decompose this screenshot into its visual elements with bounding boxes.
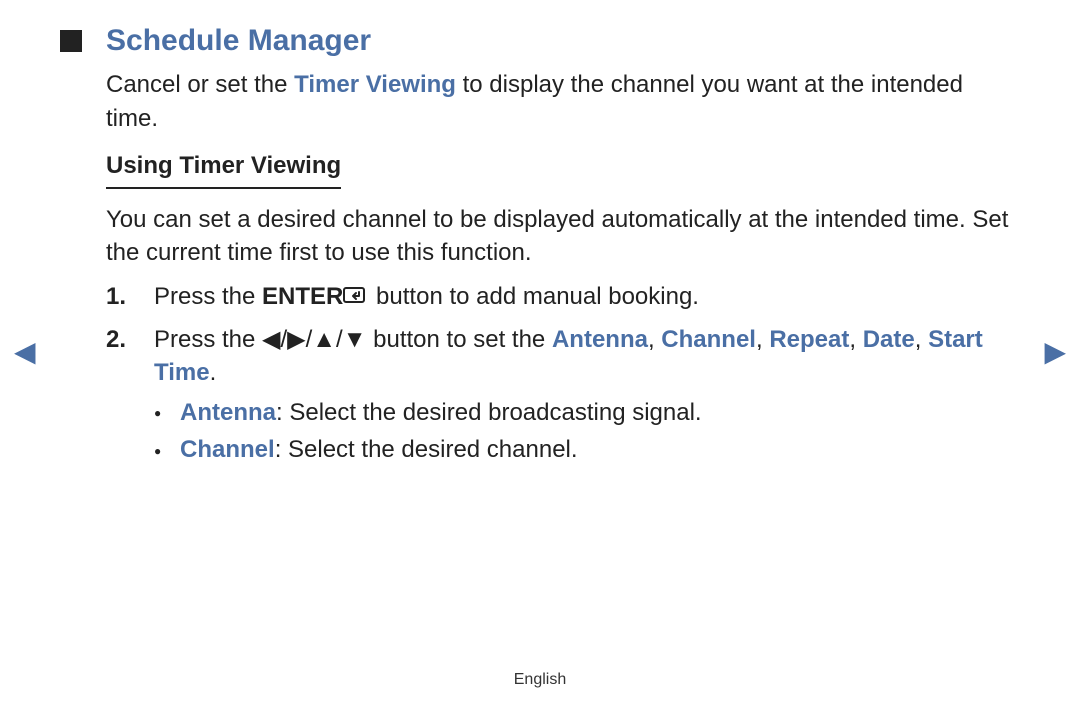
bullet-channel-label: Channel [180, 436, 275, 463]
timer-viewing-term: Timer Viewing [294, 71, 456, 98]
subheading: Using Timer Viewing [106, 149, 341, 189]
intro-pre: Cancel or set the [106, 71, 294, 98]
paragraph-2: You can set a desired channel to be disp… [60, 203, 1020, 270]
footer-language: English [0, 671, 1080, 689]
bullet-channel: Channel: Select the desired channel. [154, 433, 1020, 467]
comma-2: , [756, 326, 769, 353]
date-term: Date [863, 326, 915, 353]
arrow-buttons-icon: ◀/▶/▲/▼ [262, 326, 366, 353]
step-1-number: 1. [106, 280, 154, 315]
enter-label: ENTER [262, 283, 343, 310]
page-content: Schedule Manager Cancel or set the Timer… [0, 0, 1080, 467]
page-title: Schedule Manager [106, 20, 371, 62]
bullet-antenna-label: Antenna [180, 399, 276, 426]
antenna-term: Antenna [552, 326, 648, 353]
step-1-post: button to add manual booking. [369, 283, 699, 310]
comma-4: , [915, 326, 928, 353]
bullet-antenna-text: : Select the desired broadcasting signal… [276, 399, 702, 426]
title-row: Schedule Manager [60, 20, 1020, 62]
step-1-pre: Press the [154, 283, 262, 310]
next-page-button[interactable]: ▶ [1044, 335, 1066, 368]
step-2-sublist: Antenna: Select the desired broadcasting… [154, 396, 1020, 467]
step-2-mid: button to set the [366, 326, 551, 353]
bullet-channel-text: : Select the desired channel. [275, 436, 578, 463]
step-2-number: 2. [106, 323, 154, 467]
step-1: 1. Press the ENTER button to add manual … [106, 280, 1020, 315]
square-bullet-icon [60, 30, 82, 52]
step-1-body: Press the ENTER button to add manual boo… [154, 280, 1020, 315]
repeat-term: Repeat [769, 326, 849, 353]
comma-1: , [648, 326, 661, 353]
bullet-antenna: Antenna: Select the desired broadcasting… [154, 396, 1020, 430]
bullet-icon [154, 433, 180, 467]
step-2: 2. Press the ◀/▶/▲/▼ button to set the A… [106, 323, 1020, 467]
step-2-period: . [210, 359, 217, 386]
step-2-body: Press the ◀/▶/▲/▼ button to set the Ante… [154, 323, 1020, 467]
bullet-icon [154, 396, 180, 430]
step-2-pre: Press the [154, 326, 262, 353]
steps-list: 1. Press the ENTER button to add manual … [60, 280, 1020, 467]
enter-icon [343, 281, 369, 315]
subheading-row: Using Timer Viewing [60, 149, 1020, 189]
bullet-channel-body: Channel: Select the desired channel. [180, 433, 578, 467]
prev-page-button[interactable]: ◀ [14, 335, 36, 368]
channel-term: Channel [661, 326, 756, 353]
intro-paragraph: Cancel or set the Timer Viewing to displ… [60, 68, 1020, 135]
comma-3: , [849, 326, 862, 353]
bullet-antenna-body: Antenna: Select the desired broadcasting… [180, 396, 702, 430]
